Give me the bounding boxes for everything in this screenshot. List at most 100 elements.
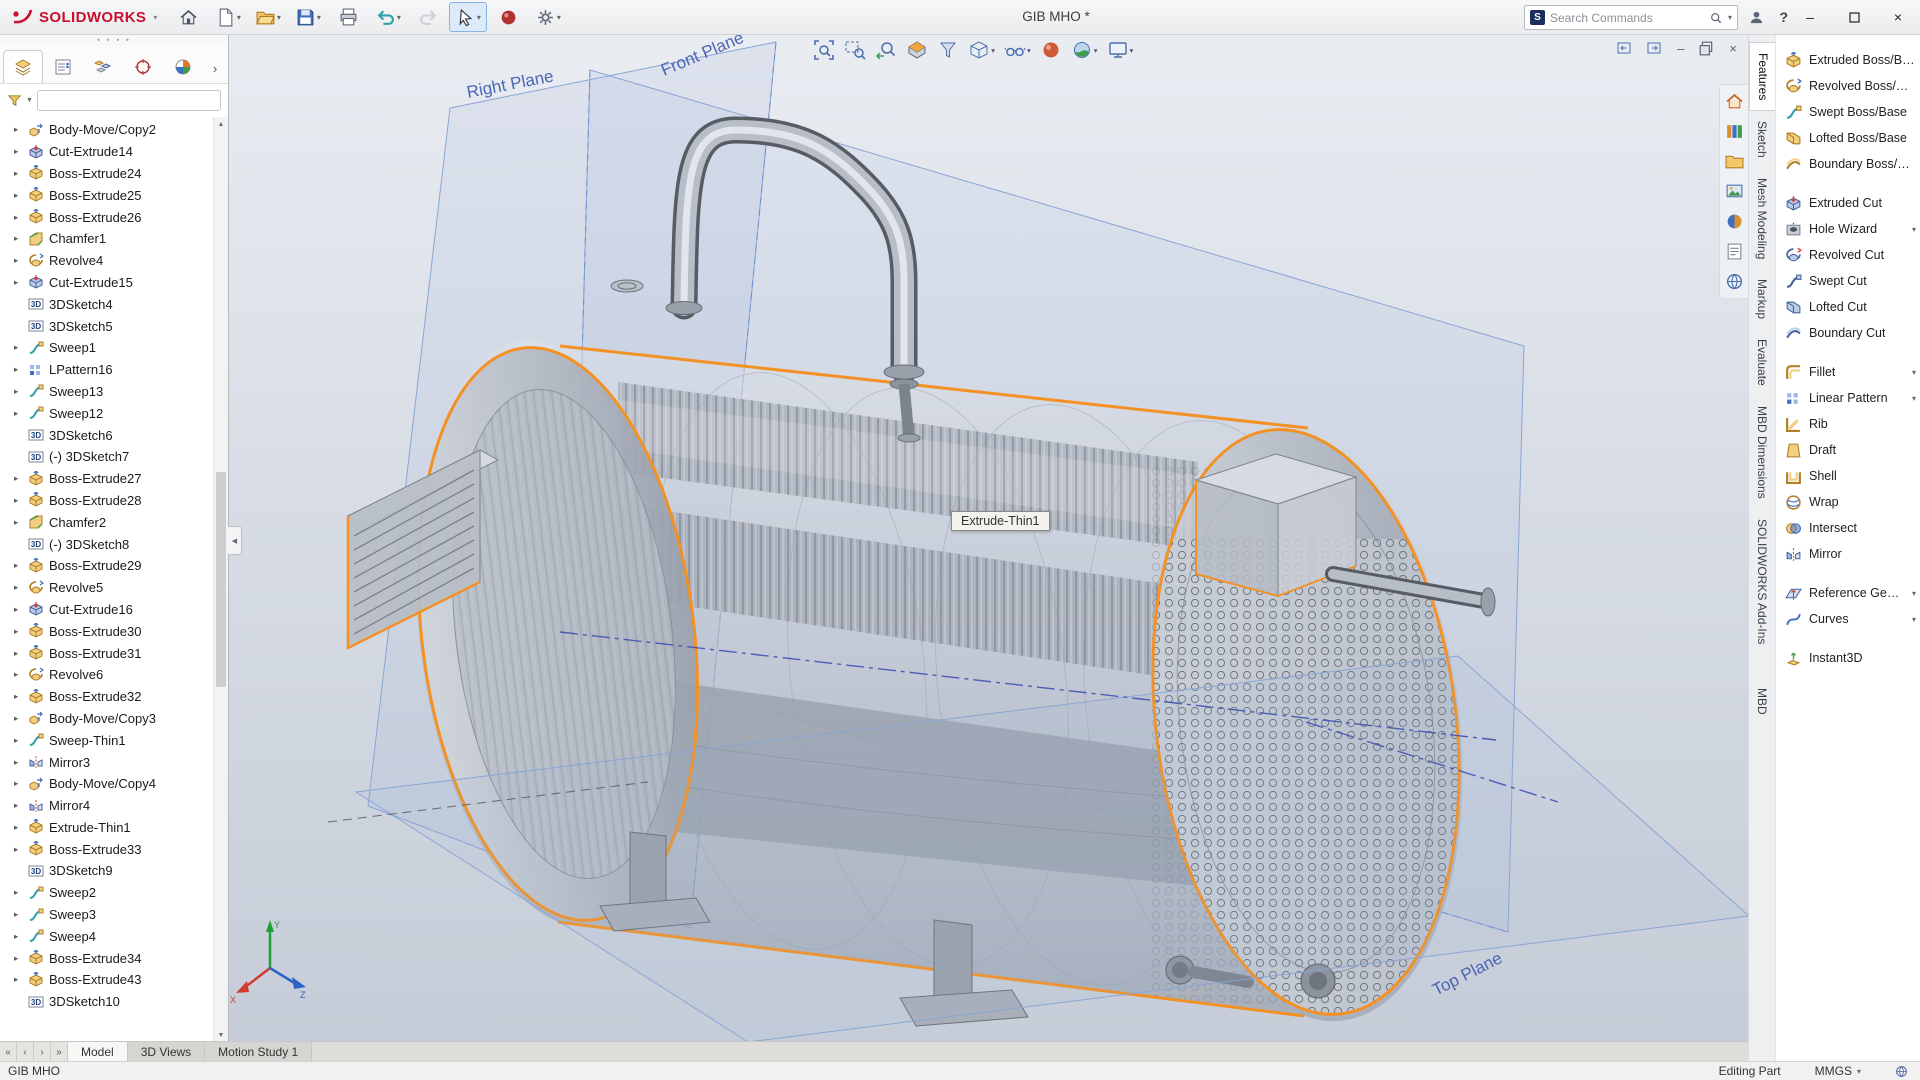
tree-item[interactable]: ▸Revolve6: [0, 664, 214, 686]
command-rib[interactable]: Rib: [1776, 411, 1920, 437]
command-dropdown-icon[interactable]: ▾: [1912, 589, 1916, 598]
manager-tab-displaymanager[interactable]: [163, 50, 203, 83]
select-button[interactable]: ▾: [449, 2, 487, 32]
manager-tabs-expand-icon[interactable]: ›: [205, 53, 225, 83]
view-palette-tab[interactable]: [1725, 182, 1744, 201]
tree-expander-icon[interactable]: ▸: [14, 626, 27, 637]
save-button[interactable]: ▾: [289, 2, 327, 32]
tree-expander-icon[interactable]: ▸: [14, 190, 27, 201]
commandmanager-tab-mbd[interactable]: MBD: [1749, 678, 1775, 725]
tree-expander-icon[interactable]: ▸: [14, 277, 27, 288]
tree-expander-icon[interactable]: ▸: [14, 582, 27, 593]
tree-item[interactable]: ▸Body-Move/Copy3: [0, 708, 214, 730]
search-input[interactable]: Search Commands: [1550, 11, 1704, 25]
open-button[interactable]: ▾: [249, 2, 287, 32]
tree-expander-icon[interactable]: ▸: [14, 800, 27, 811]
restore-document-button[interactable]: [1699, 41, 1714, 56]
tree-expander-icon[interactable]: ▸: [14, 168, 27, 179]
manager-tab-featuremanager[interactable]: [3, 50, 43, 83]
document-tab-model[interactable]: Model: [68, 1042, 128, 1062]
command-revolved-boss-base[interactable]: Revolved Boss/Base: [1776, 73, 1920, 99]
tree-item[interactable]: 3D3DSketch5: [0, 315, 214, 337]
commandmanager-tab-sketch[interactable]: Sketch: [1749, 111, 1775, 168]
tree-expander-icon[interactable]: ▸: [14, 408, 27, 419]
tree-item[interactable]: ▸Mirror4: [0, 795, 214, 817]
display-style-dropdown-icon[interactable]: ▾: [991, 46, 995, 55]
design-library-tab[interactable]: [1725, 122, 1744, 141]
tree-item[interactable]: ▸Chamfer2: [0, 511, 214, 533]
filter-icon[interactable]: [7, 93, 22, 108]
solidworks-resources-tab[interactable]: [1725, 92, 1744, 111]
graphics-area[interactable]: Right Plane Front Plane Top Plane Y X Z …: [228, 34, 1749, 1042]
tree-item[interactable]: ▸Boss-Extrude33: [0, 838, 214, 860]
tree-expander-icon[interactable]: ▸: [14, 604, 27, 615]
command-reference-geome-[interactable]: Reference Geome...▾: [1776, 580, 1920, 606]
commandmanager-tab-mbd-dimensions[interactable]: MBD Dimensions: [1749, 396, 1775, 509]
tree-item[interactable]: ▸Revolve5: [0, 577, 214, 599]
zoom-to-fit-button[interactable]: [811, 38, 837, 62]
solidworks-forum-tab[interactable]: [1725, 272, 1744, 291]
filter-dropdown-icon[interactable]: ▼: [26, 97, 33, 104]
tree-item[interactable]: ▸LPattern16: [0, 359, 214, 381]
command-linear-pattern[interactable]: Linear Pattern▾: [1776, 385, 1920, 411]
tree-expander-icon[interactable]: ▸: [14, 648, 27, 659]
file-explorer-tab[interactable]: [1725, 152, 1744, 171]
manager-tab-dimxpertmanager[interactable]: [123, 50, 163, 83]
tree-item[interactable]: ▸Boss-Extrude30: [0, 620, 214, 642]
tree-expander-icon[interactable]: ▸: [14, 364, 27, 375]
command-draft[interactable]: Draft: [1776, 437, 1920, 463]
tree-item[interactable]: ▸Cut-Extrude16: [0, 599, 214, 621]
tree-expander-icon[interactable]: ▸: [14, 212, 27, 223]
tab-scroll-0[interactable]: «: [0, 1042, 17, 1062]
hide-show-items-dropdown-icon[interactable]: ▾: [1027, 46, 1031, 55]
tab-scroll-1[interactable]: ‹: [17, 1042, 34, 1062]
tree-expander-icon[interactable]: ▸: [14, 473, 27, 484]
tree-item[interactable]: ▸Revolve4: [0, 250, 214, 272]
command-dropdown-icon[interactable]: ▾: [1912, 368, 1916, 377]
help-icon[interactable]: ?: [1779, 9, 1788, 25]
tag-globe-icon[interactable]: [1895, 1065, 1908, 1078]
apply-scene-dropdown-icon[interactable]: ▾: [1094, 46, 1098, 55]
command-lofted-cut[interactable]: Lofted Cut: [1776, 294, 1920, 320]
command-dropdown-icon[interactable]: ▾: [1912, 225, 1916, 234]
apply-scene-button[interactable]: ▾: [1069, 38, 1100, 62]
top-plane-label[interactable]: Top Plane: [1429, 948, 1505, 999]
save-dropdown-icon[interactable]: ▾: [317, 13, 321, 22]
hide-show-items-button[interactable]: ▾: [1002, 38, 1033, 62]
tree-expander-icon[interactable]: ▸: [14, 887, 27, 898]
command-intersect[interactable]: Intersect: [1776, 515, 1920, 541]
options-dropdown-icon[interactable]: ▾: [557, 13, 561, 22]
command-shell[interactable]: Shell: [1776, 463, 1920, 489]
units-selector[interactable]: MMGS ▾: [1815, 1064, 1861, 1078]
tree-expander-icon[interactable]: ▸: [14, 386, 27, 397]
scroll-thumb[interactable]: [216, 472, 226, 687]
command-extruded-cut[interactable]: Extruded Cut: [1776, 190, 1920, 216]
options-button[interactable]: ▾: [529, 2, 567, 32]
view-settings-button[interactable]: ▾: [1105, 38, 1136, 62]
commandmanager-tab-features[interactable]: Features: [1749, 42, 1776, 111]
tree-item[interactable]: ▸Extrude-Thin1: [0, 817, 214, 839]
tree-expander-icon[interactable]: ▸: [14, 974, 27, 985]
edit-appearance-button[interactable]: [1038, 38, 1064, 62]
scroll-down-icon[interactable]: ▼: [214, 1028, 228, 1042]
tab-scroll-2[interactable]: ›: [34, 1042, 51, 1062]
tree-item[interactable]: ▸Boss-Extrude29: [0, 555, 214, 577]
tree-item[interactable]: ▸Sweep13: [0, 381, 214, 403]
redo-button[interactable]: [409, 2, 447, 32]
select-dropdown-icon[interactable]: ▾: [477, 13, 481, 22]
command-lofted-boss-base[interactable]: Lofted Boss/Base: [1776, 125, 1920, 151]
window-minimize-button[interactable]: –: [1788, 0, 1832, 34]
previous-window-button[interactable]: [1617, 41, 1632, 56]
tree-expander-icon[interactable]: ▸: [14, 495, 27, 506]
tree-item[interactable]: ▸Body-Move/Copy2: [0, 119, 214, 141]
tree-item[interactable]: 3D(-) 3DSketch8: [0, 533, 214, 555]
tree-expander-icon[interactable]: ▸: [14, 735, 27, 746]
appearances-scenes-tab[interactable]: [1725, 212, 1744, 231]
tree-item[interactable]: ▸Sweep12: [0, 402, 214, 424]
logo-chevron-icon[interactable]: ▾: [153, 13, 157, 22]
search-commands-box[interactable]: S Search Commands ▾: [1524, 5, 1738, 30]
manager-tab-propertymanager[interactable]: [43, 50, 83, 83]
command-hole-wizard[interactable]: Hole Wizard▾: [1776, 216, 1920, 242]
commandmanager-tab-markup[interactable]: Markup: [1749, 269, 1775, 329]
tree-expander-icon[interactable]: ▸: [14, 822, 27, 833]
